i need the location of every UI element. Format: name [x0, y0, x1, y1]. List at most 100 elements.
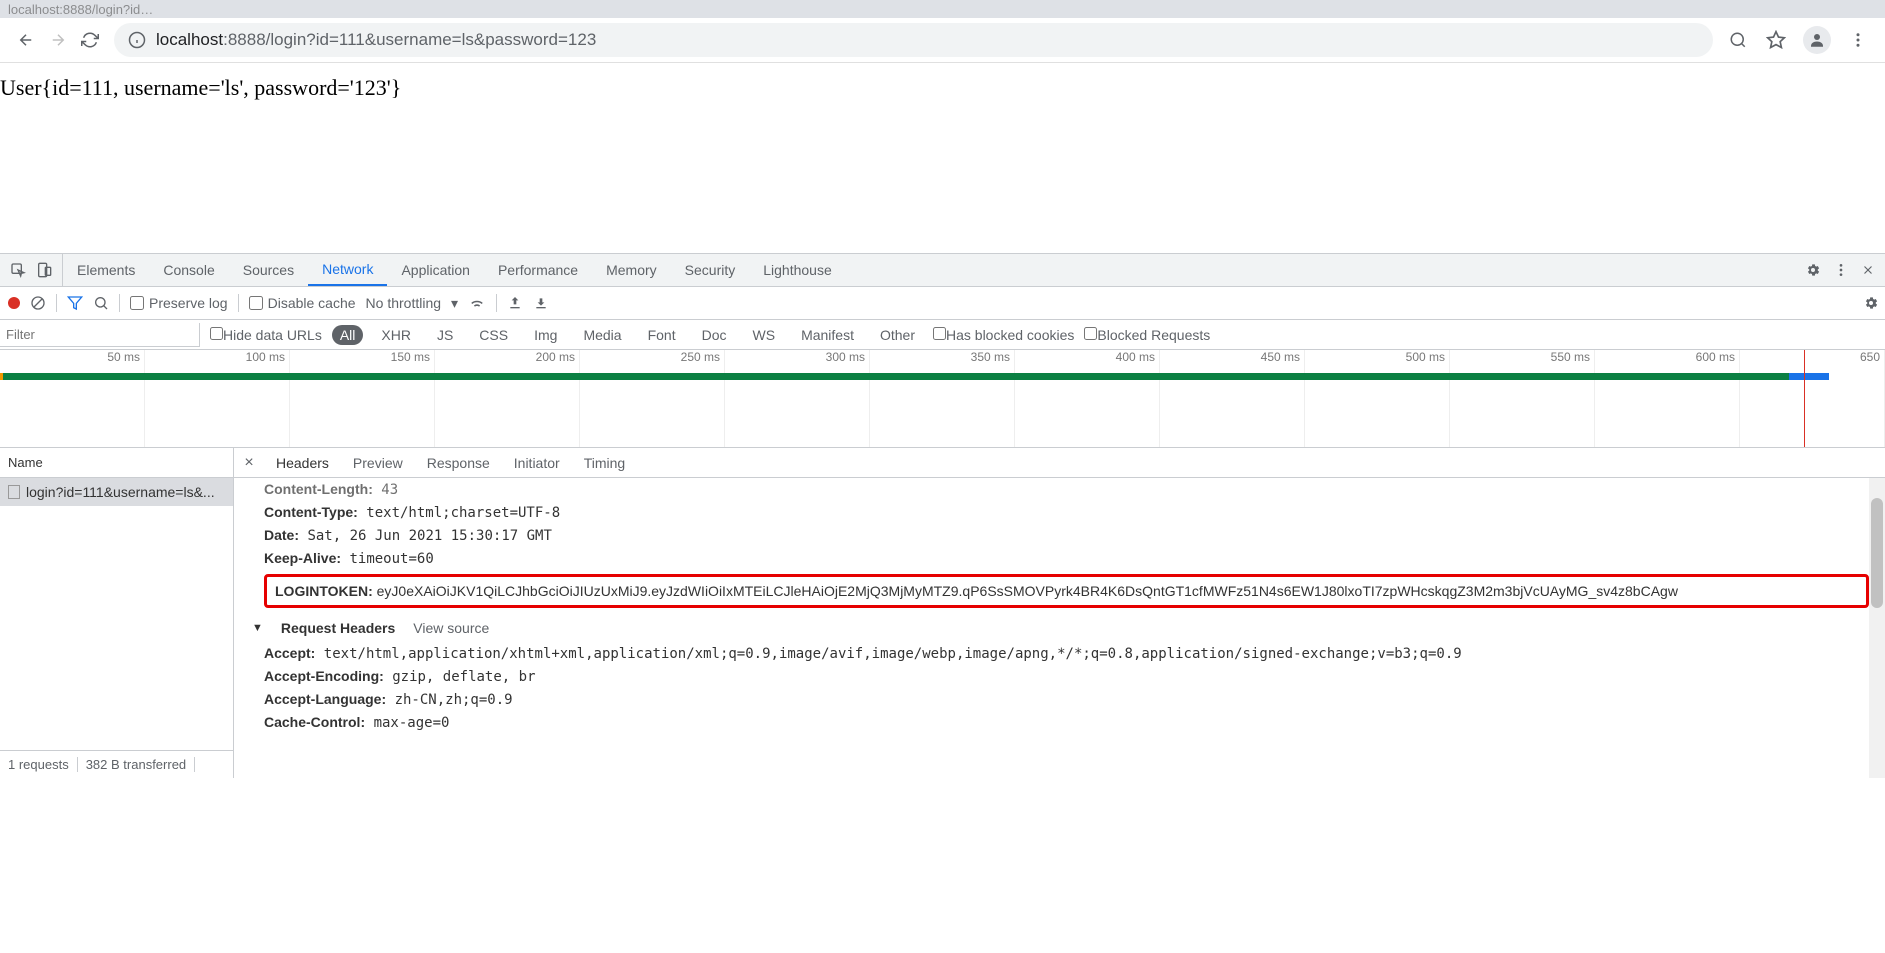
- footer-requests: 1 requests: [0, 757, 78, 772]
- filter-other[interactable]: Other: [872, 325, 923, 345]
- logintoken-highlight: LOGINTOKEN: eyJ0eXAiOiJKV1QiLCJhbGciOiJI…: [264, 574, 1869, 608]
- network-filter-bar: Hide data URLs All XHR JS CSS Img Media …: [0, 320, 1885, 350]
- timeline-bar-download: [1789, 373, 1829, 380]
- tab-network[interactable]: Network: [308, 254, 387, 286]
- upload-icon[interactable]: [507, 295, 523, 311]
- logintoken-value: eyJ0eXAiOiJKV1QiLCJhbGciOiJIUzUxMiJ9.eyJ…: [377, 583, 1678, 599]
- url-host: localhost: [156, 30, 223, 50]
- header-content-type: Content-Type: text/html;charset=UTF-8: [264, 501, 1869, 524]
- throttling-caret-icon[interactable]: ▾: [451, 295, 458, 312]
- header-accept-language: Accept-Language: zh-CN,zh;q=0.9: [264, 688, 1869, 711]
- header-accept-encoding: Accept-Encoding: gzip, deflate, br: [264, 665, 1869, 688]
- disable-cache-checkbox[interactable]: Disable cache: [249, 295, 356, 311]
- profile-avatar[interactable]: [1803, 26, 1831, 54]
- caret-down-icon: ▼: [252, 622, 263, 634]
- back-button[interactable]: [10, 24, 42, 56]
- site-info-icon[interactable]: [128, 31, 146, 49]
- tab-title[interactable]: localhost:8888/login?id…: [8, 2, 153, 17]
- detail-tabs: × Headers Preview Response Initiator Tim…: [234, 448, 1885, 478]
- network-toolbar: Preserve log Disable cache No throttling…: [0, 287, 1885, 320]
- reload-button[interactable]: [74, 24, 106, 56]
- inspect-icon[interactable]: [10, 262, 26, 278]
- header-cache-control: Cache-Control: max-age=0: [264, 711, 1869, 734]
- filter-input[interactable]: [0, 323, 200, 347]
- filter-media[interactable]: Media: [575, 325, 629, 345]
- close-devtools-icon[interactable]: [1861, 263, 1875, 277]
- logintoken-label: LOGINTOKEN:: [275, 583, 373, 599]
- tab-elements[interactable]: Elements: [63, 254, 149, 286]
- detail-tab-preview[interactable]: Preview: [341, 448, 415, 477]
- header-accept: Accept: text/html,application/xhtml+xml,…: [264, 642, 1869, 665]
- scrollbar-thumb[interactable]: [1871, 498, 1883, 608]
- download-icon[interactable]: [533, 295, 549, 311]
- devtools-tabs: Elements Console Sources Network Applica…: [0, 254, 1885, 287]
- url-path: :8888/login?id=111&username=ls&password=…: [223, 30, 596, 50]
- network-timeline[interactable]: 50 ms 100 ms 150 ms 200 ms 250 ms 300 ms…: [0, 350, 1885, 448]
- filter-manifest[interactable]: Manifest: [793, 325, 862, 345]
- record-button[interactable]: [8, 297, 20, 309]
- search-icon[interactable]: [93, 295, 109, 311]
- detail-tab-initiator[interactable]: Initiator: [502, 448, 572, 477]
- hide-data-urls-checkbox[interactable]: Hide data URLs: [210, 327, 322, 343]
- filter-icon[interactable]: [67, 295, 83, 311]
- filter-js[interactable]: JS: [429, 325, 461, 345]
- filter-css[interactable]: CSS: [471, 325, 516, 345]
- network-panels: Name login?id=111&username=ls&... 1 requ…: [0, 448, 1885, 778]
- detail-tab-timing[interactable]: Timing: [572, 448, 638, 477]
- header-keep-alive: Keep-Alive: timeout=60: [264, 547, 1869, 570]
- filter-ws[interactable]: WS: [745, 325, 784, 345]
- has-blocked-cookies-checkbox[interactable]: Has blocked cookies: [933, 327, 1074, 343]
- filter-doc[interactable]: Doc: [694, 325, 735, 345]
- filter-img[interactable]: Img: [526, 325, 565, 345]
- toolbar-right: [1721, 26, 1875, 54]
- detail-tab-response[interactable]: Response: [415, 448, 502, 477]
- tab-application[interactable]: Application: [387, 254, 484, 286]
- network-settings-icon[interactable]: [1863, 295, 1879, 311]
- header-date: Date: Sat, 26 Jun 2021 15:30:17 GMT: [264, 524, 1869, 547]
- more-icon[interactable]: [1833, 262, 1849, 278]
- blocked-requests-checkbox[interactable]: Blocked Requests: [1084, 327, 1210, 343]
- forward-button[interactable]: [42, 24, 74, 56]
- clear-icon[interactable]: [30, 295, 46, 311]
- tab-security[interactable]: Security: [671, 254, 750, 286]
- request-list-footer: 1 requests 382 B transferred: [0, 750, 233, 778]
- menu-icon[interactable]: [1847, 29, 1869, 51]
- tab-lighthouse[interactable]: Lighthouse: [749, 254, 846, 286]
- request-detail: × Headers Preview Response Initiator Tim…: [234, 448, 1885, 778]
- scrollbar[interactable]: [1869, 478, 1885, 778]
- device-icon[interactable]: [36, 262, 52, 278]
- timeline-load-marker: [1804, 350, 1805, 447]
- browser-toolbar: localhost:8888/login?id=111&username=ls&…: [0, 18, 1885, 63]
- zoom-icon[interactable]: [1727, 29, 1749, 51]
- timeline-bar-waiting: [3, 373, 1829, 380]
- request-name: login?id=111&username=ls&...: [26, 484, 215, 500]
- tab-performance[interactable]: Performance: [484, 254, 592, 286]
- browser-tab-bar: localhost:8888/login?id…: [0, 0, 1885, 18]
- tab-console[interactable]: Console: [149, 254, 228, 286]
- tab-sources[interactable]: Sources: [229, 254, 308, 286]
- filter-all[interactable]: All: [332, 325, 364, 345]
- doc-icon: [8, 485, 20, 499]
- header-content-length: Content-Length: 43: [264, 478, 1869, 501]
- settings-icon[interactable]: [1805, 262, 1821, 278]
- page-content-text: User{id=111, username='ls', password='12…: [0, 75, 401, 100]
- filter-xhr[interactable]: XHR: [373, 325, 419, 345]
- close-detail-icon[interactable]: ×: [234, 454, 264, 472]
- view-source-link[interactable]: View source: [413, 620, 489, 636]
- headers-panel: Content-Length: 43 Content-Type: text/ht…: [234, 478, 1885, 778]
- request-list-header[interactable]: Name: [0, 448, 233, 478]
- request-list: Name login?id=111&username=ls&... 1 requ…: [0, 448, 234, 778]
- footer-transferred: 382 B transferred: [78, 757, 195, 772]
- bookmark-icon[interactable]: [1765, 29, 1787, 51]
- preserve-log-checkbox[interactable]: Preserve log: [130, 295, 228, 311]
- address-bar[interactable]: localhost:8888/login?id=111&username=ls&…: [114, 23, 1713, 57]
- page-body: User{id=111, username='ls', password='12…: [0, 63, 1885, 253]
- request-headers-section[interactable]: ▼ Request Headers View source: [252, 612, 1869, 642]
- tab-memory[interactable]: Memory: [592, 254, 671, 286]
- detail-tab-headers[interactable]: Headers: [264, 448, 341, 477]
- throttling-select[interactable]: No throttling: [366, 295, 441, 311]
- request-row[interactable]: login?id=111&username=ls&...: [0, 478, 233, 506]
- filter-font[interactable]: Font: [640, 325, 684, 345]
- devtools: Elements Console Sources Network Applica…: [0, 253, 1885, 778]
- wifi-icon[interactable]: [468, 294, 486, 312]
